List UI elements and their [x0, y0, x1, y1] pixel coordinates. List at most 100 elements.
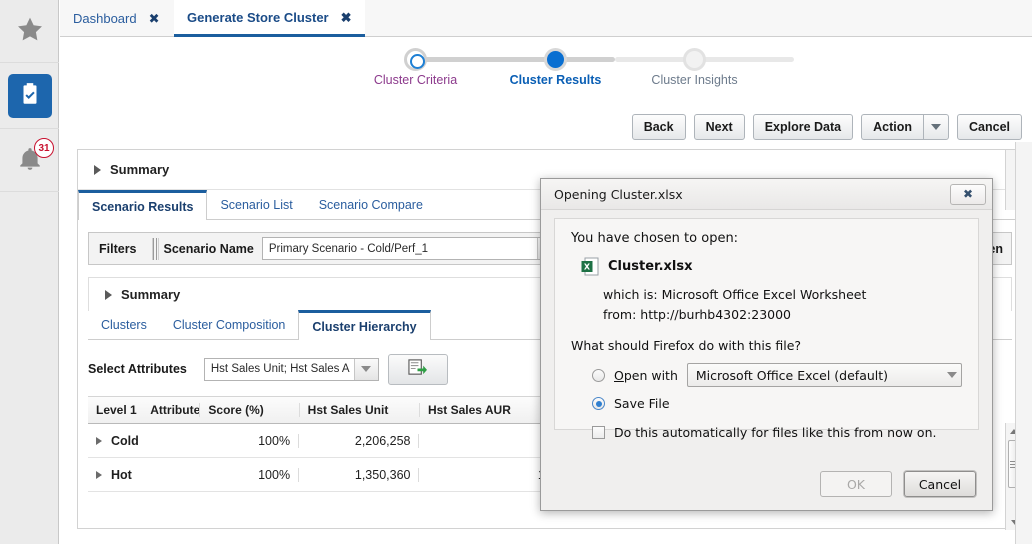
row-label-cold[interactable]: Cold: [88, 434, 200, 448]
dialog-footer: OK Cancel: [541, 458, 992, 510]
tab-scenario-results-label: Scenario Results: [92, 199, 194, 214]
stepper-track-completed: [415, 57, 615, 62]
tab-cluster-composition[interactable]: Cluster Composition: [160, 310, 299, 339]
svg-text:X: X: [584, 263, 591, 272]
rail-item-tasks[interactable]: [0, 63, 59, 129]
row-label-hot[interactable]: Hot: [88, 468, 200, 482]
open-with-radio[interactable]: [592, 368, 605, 382]
file-source-row: from: http://burhb4302:23000: [603, 305, 962, 325]
col-score[interactable]: Score (%): [200, 403, 300, 417]
tab-dashboard-label: Dashboard: [73, 11, 137, 26]
opening-file-dialog: Opening Cluster.xlsx ✖ You have chosen t…: [540, 178, 993, 511]
save-file-radio[interactable]: [592, 397, 605, 410]
step-label-cluster-insights[interactable]: Cluster Insights: [614, 73, 775, 87]
disclosure-triangle-icon[interactable]: [94, 164, 101, 175]
tab-scenario-compare[interactable]: Scenario Compare: [306, 190, 436, 219]
col-hst-sales-unit[interactable]: Hst Sales Unit: [300, 403, 420, 417]
wizard-stepper: Cluster Criteria Cluster Results Cluster…: [60, 37, 1032, 105]
export-to-excel-icon: [408, 358, 428, 380]
rail-item-notifications[interactable]: 31: [0, 129, 59, 192]
remember-choice-checkbox[interactable]: [592, 426, 605, 439]
col-level-1[interactable]: Level 1: [88, 403, 142, 417]
open-with-select[interactable]: Microsoft Office Excel (default): [686, 363, 962, 387]
file-name: Cluster.xlsx: [608, 259, 693, 274]
tab-dashboard-close-icon[interactable]: ✖: [149, 12, 160, 25]
export-to-excel-button[interactable]: [387, 353, 448, 385]
close-icon[interactable]: ✖: [950, 183, 986, 205]
tab-clusters-label: Clusters: [101, 317, 147, 332]
step-node-cluster-results[interactable]: [544, 48, 567, 71]
scenario-name-combobox[interactable]: Primary Scenario - Cold/Perf_1: [261, 237, 562, 260]
tab-generate-store-cluster[interactable]: Generate Store Cluster ✖: [174, 0, 365, 37]
which-is-value: Microsoft Office Excel Worksheet: [661, 287, 867, 302]
notification-badge: 31: [34, 138, 54, 158]
tab-scenario-list[interactable]: Scenario List: [207, 190, 305, 219]
rail-item-favorites[interactable]: [0, 0, 59, 63]
chevron-down-icon: [947, 372, 957, 378]
dialog-question: What should Firefox do with this file?: [571, 338, 802, 353]
select-attributes-combobox[interactable]: Hst Sales Unit; Hst Sales A: [203, 357, 379, 381]
row-level1-value: Hot: [111, 467, 132, 482]
dialog-title: Opening Cluster.xlsx: [554, 186, 683, 202]
step-node-cluster-criteria[interactable]: [404, 48, 427, 71]
tab-scenario-list-label: Scenario List: [220, 197, 293, 212]
application-tab-bar: Dashboard ✖ Generate Store Cluster ✖: [60, 0, 1032, 37]
cancel-button[interactable]: Cancel: [957, 114, 1022, 140]
select-attributes-value: Hst Sales Unit; Hst Sales A: [210, 363, 350, 375]
star-icon: [15, 15, 45, 47]
save-file-row[interactable]: Save File: [592, 396, 962, 411]
row-level1-value: Cold: [111, 433, 139, 448]
tab-scenario-compare-label: Scenario Compare: [318, 197, 423, 212]
save-file-label: Save File: [614, 396, 670, 411]
filters-title: Filters: [99, 241, 137, 256]
row-expand-icon[interactable]: [96, 436, 102, 445]
remember-choice-label: Do this automatically for files like thi…: [614, 425, 937, 440]
open-with-label: Open with: [614, 367, 678, 383]
explore-data-button[interactable]: Explore Data: [752, 114, 854, 140]
tab-cluster-hierarchy-label: Cluster Hierarchy: [312, 319, 417, 334]
from-value: http://burhb4302:23000: [640, 307, 792, 322]
cell-score: 100%: [200, 467, 300, 482]
dialog-content-group: You have chosen to open: X Cluster.xlsx …: [554, 218, 979, 440]
back-button[interactable]: Back: [631, 114, 686, 140]
app-root: 31 Dashboard ✖ Generate Store Cluster ✖ …: [0, 0, 1032, 544]
filter-drag-handle[interactable]: [151, 237, 159, 260]
select-attributes-dropdown-button[interactable]: [353, 358, 378, 380]
tab-cluster-hierarchy[interactable]: Cluster Hierarchy: [298, 310, 431, 340]
row-expand-icon[interactable]: [96, 470, 102, 479]
step-node-cluster-insights[interactable]: [683, 48, 706, 71]
tab-clusters[interactable]: Clusters: [88, 310, 160, 339]
chosen-text: You have chosen to open:: [571, 231, 739, 246]
file-type-row: which is: Microsoft Office Excel Workshe…: [603, 285, 962, 305]
excel-file-icon: X: [581, 257, 599, 276]
open-with-row[interactable]: Open with Microsoft Office Excel (defaul…: [592, 363, 962, 387]
page-vertical-scrollbar[interactable]: [1015, 142, 1032, 544]
open-with-value: Microsoft Office Excel (default): [695, 367, 889, 383]
remember-choice-row[interactable]: Do this automatically for files like thi…: [592, 425, 962, 440]
cell-hst-sales-unit: 1,350,360: [299, 467, 420, 482]
tab-scenario-results[interactable]: Scenario Results: [78, 190, 208, 220]
tab-generate-store-cluster-close-icon[interactable]: ✖: [341, 11, 352, 24]
tab-dashboard[interactable]: Dashboard ✖: [60, 0, 173, 37]
rail-active-indicator: [7, 73, 52, 118]
step-label-cluster-criteria[interactable]: Cluster Criteria: [335, 73, 496, 87]
ok-button[interactable]: OK: [820, 471, 892, 497]
chevron-down-icon: [361, 366, 372, 372]
clipboard-check-icon: [17, 81, 43, 110]
wizard-action-buttons: Back Next Explore Data Action Cancel: [631, 114, 1022, 140]
inner-summary-label: Summary: [121, 287, 181, 302]
select-attributes-label: Select Attributes: [88, 362, 187, 376]
cell-score: 100%: [200, 433, 300, 448]
action-dropdown-button[interactable]: [923, 114, 949, 140]
dialog-title-bar: Opening Cluster.xlsx ✖: [541, 179, 992, 210]
dialog-cancel-button[interactable]: Cancel: [904, 471, 976, 497]
col-attribute[interactable]: Attribute: [142, 403, 201, 417]
step-label-cluster-results[interactable]: Cluster Results: [475, 73, 636, 87]
next-button[interactable]: Next: [693, 114, 745, 140]
tab-cluster-composition-label: Cluster Composition: [172, 317, 286, 332]
tab-generate-store-cluster-label: Generate Store Cluster: [187, 9, 329, 25]
chevron-down-icon: [931, 124, 941, 130]
action-split-button: Action: [861, 114, 949, 140]
disclosure-triangle-icon-inner[interactable]: [105, 289, 112, 300]
action-button[interactable]: Action: [861, 114, 923, 140]
